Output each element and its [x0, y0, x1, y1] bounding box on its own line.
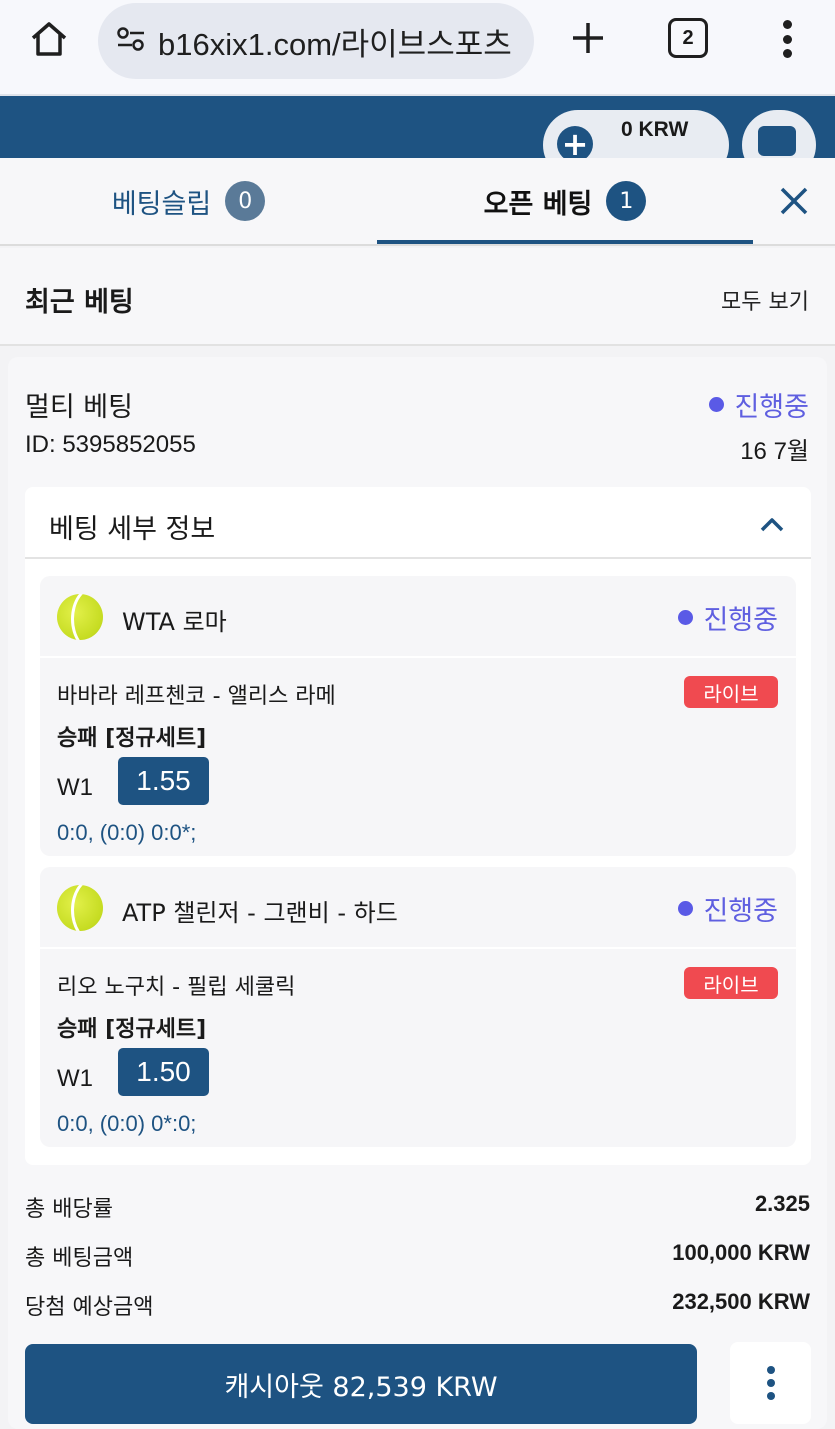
- status-dot-icon: [678, 901, 694, 916]
- tab-betslip-label: 베팅슬립: [111, 188, 212, 220]
- status-dot-icon: [678, 610, 694, 625]
- market-name: 승패 [정규세트]: [57, 1017, 207, 1042]
- total-odds-label: 총 배당률: [25, 1197, 113, 1222]
- bet-selection: WTA 로마 진행중 바바라 레프첸코 - 앨리스 라메 라이브 승패 [정규세…: [40, 576, 796, 856]
- bet-card: 멀티 베팅 진행중 ID: 5395852055 16 7월 베팅 세부 정보 …: [8, 357, 827, 1429]
- bet-status: 진행중: [709, 385, 809, 424]
- stake-label: 총 베팅금액: [25, 1246, 134, 1271]
- bet-details-header[interactable]: 베팅 세부 정보: [25, 487, 811, 559]
- bet-date: 16 7월: [740, 438, 809, 465]
- market-name: 승패 [정규세트]: [57, 726, 207, 751]
- cashout-button[interactable]: 캐시아웃 82,539 KRW: [25, 1344, 697, 1424]
- match-name: 리오 노구치 - 필립 세쿨릭: [57, 975, 296, 1000]
- betslip-count-badge: 0: [225, 181, 266, 221]
- bet-status-label: 진행중: [734, 392, 809, 423]
- new-tab-icon[interactable]: [566, 16, 610, 60]
- odds-value: 1.55: [118, 757, 209, 805]
- message-icon: [758, 126, 796, 156]
- bet-id: ID: 5395852055: [25, 431, 196, 458]
- potential-win-value: 232,500 KRW: [672, 1289, 810, 1314]
- active-tab-indicator: [377, 240, 753, 244]
- outcome-label: W1: [57, 1065, 93, 1092]
- league-name: ATP 챌린저 - 그랜비 - 하드: [122, 899, 398, 927]
- bet-selection: ATP 챌린저 - 그랜비 - 하드 진행중 리오 노구치 - 필립 세쿨릭 라…: [40, 867, 796, 1147]
- potential-win-label: 당첨 예상금액: [25, 1295, 154, 1320]
- selection-status: 진행중: [678, 889, 778, 928]
- home-icon[interactable]: [24, 14, 74, 64]
- tab-open-bets[interactable]: 오픈 베팅 1: [377, 158, 753, 244]
- tab-open-bets-label: 오픈 베팅: [483, 188, 593, 220]
- balance-amount: 0 KRW: [621, 118, 689, 141]
- messages-button[interactable]: [742, 110, 816, 158]
- tennis-ball-icon: [57, 594, 103, 640]
- view-all-link[interactable]: 모두 보기: [721, 284, 809, 316]
- stake-value: 100,000 KRW: [672, 1240, 810, 1265]
- selection-status-label: 진행중: [703, 896, 778, 927]
- bet-type: 멀티 베팅: [25, 392, 133, 423]
- match-name: 바바라 레프첸코 - 앨리스 라메: [57, 684, 336, 709]
- selection-header: WTA 로마 진행중: [40, 576, 796, 658]
- tab-betslip[interactable]: 베팅슬립 0: [0, 158, 377, 244]
- browser-toolbar: b16xix1.com/라이브스포츠 2: [0, 0, 835, 96]
- tab-switcher-button[interactable]: 2: [668, 18, 708, 58]
- outcome-label: W1: [57, 774, 93, 801]
- deposit-plus-icon[interactable]: +: [557, 126, 593, 158]
- recent-bets-header: 최근 베팅 모두 보기: [0, 248, 835, 346]
- status-dot-icon: [709, 397, 725, 412]
- league-name: WTA 로마: [122, 608, 227, 636]
- live-score: 0:0, (0:0) 0:0*;: [57, 820, 197, 845]
- selection-status-label: 진행중: [703, 605, 778, 636]
- bet-details-panel: 베팅 세부 정보 WTA 로마 진행중 바바라 레프첸코 - 앨리스 라메 라이…: [25, 487, 811, 1165]
- more-options-icon[interactable]: [730, 1342, 811, 1424]
- live-badge: 라이브: [684, 676, 778, 708]
- stake-row: 총 베팅금액 100,000 KRW: [25, 1240, 810, 1271]
- odds-value: 1.50: [118, 1048, 209, 1096]
- address-bar[interactable]: b16xix1.com/라이브스포츠: [98, 3, 534, 79]
- open-bets-count-badge: 1: [606, 181, 647, 221]
- browser-menu-icon[interactable]: [772, 16, 802, 62]
- live-badge: 라이브: [684, 967, 778, 999]
- potential-win-row: 당첨 예상금액 232,500 KRW: [25, 1289, 810, 1320]
- betslip-tabs: 베팅슬립 0 오픈 베팅 1: [0, 158, 835, 246]
- url-text[interactable]: b16xix1.com/라이브스포츠: [158, 19, 512, 64]
- chevron-up-icon[interactable]: [757, 509, 787, 539]
- total-odds-value: 2.325: [754, 1191, 810, 1216]
- app-header: + 0 KRW: [0, 96, 835, 158]
- bet-details-title: 베팅 세부 정보: [49, 514, 216, 545]
- balance-pill[interactable]: + 0 KRW: [543, 110, 729, 158]
- site-settings-icon[interactable]: [116, 26, 146, 56]
- close-icon[interactable]: [770, 178, 818, 224]
- live-score: 0:0, (0:0) 0*:0;: [57, 1111, 197, 1136]
- selection-header: ATP 챌린저 - 그랜비 - 하드 진행중: [40, 867, 796, 949]
- recent-bets-title: 최근 베팅: [25, 287, 134, 318]
- tennis-ball-icon: [57, 885, 103, 931]
- selection-status: 진행중: [678, 598, 778, 637]
- total-odds-row: 총 배당률 2.325: [25, 1191, 810, 1222]
